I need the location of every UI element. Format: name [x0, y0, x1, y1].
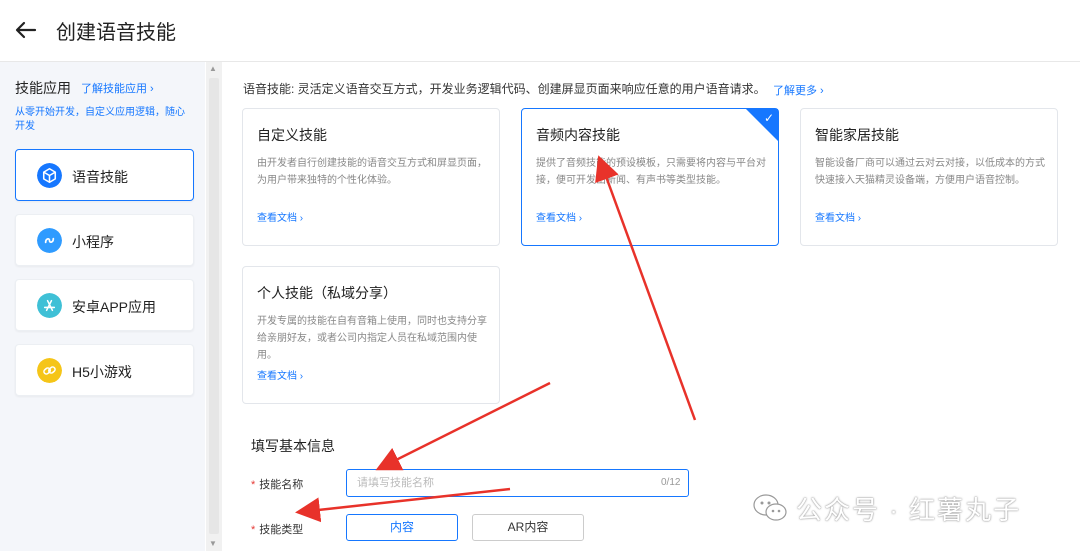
form-title: 填写基本信息 — [251, 438, 335, 454]
sidebar-heading: 技能应用 — [15, 80, 71, 96]
card-title: 智能家居技能 — [815, 127, 899, 143]
sidebar-item-label: 语音技能 — [72, 169, 128, 185]
card-title: 音频内容技能 — [536, 127, 620, 143]
sidebar-item-voice-skill[interactable]: 语音技能 — [15, 149, 194, 201]
skill-type-label-text: 技能类型 — [259, 524, 304, 536]
sidebar-item-android-app[interactable]: 安卓APP应用 — [15, 279, 194, 331]
page-title: 创建语音技能 — [56, 22, 176, 44]
required-mark: * — [251, 524, 256, 536]
skill-intro-text: 语音技能: 灵活定义语音交互方式，开发业务逻辑代码、创建屏显页面来响应任意的用户… — [243, 82, 766, 96]
sidebar-item-h5-game[interactable]: H5小游戏 — [15, 344, 194, 396]
required-mark: * — [251, 479, 256, 491]
type-option-ar-content[interactable]: AR内容 — [472, 514, 584, 541]
sidebar: 技能应用 了解技能应用 › 从零开始开发，自定义应用逻辑，随心开发 语音技能 小… — [0, 62, 205, 551]
learn-more-link[interactable]: 了解更多 › — [773, 82, 824, 98]
check-icon: ✓ — [763, 111, 774, 125]
chain-icon — [37, 358, 62, 383]
watermark-text: 公众号 · 红薯丸子 — [796, 494, 1022, 525]
card-personal-skill[interactable]: 个人技能（私域分享） 开发专属的技能在自有音箱上使用，同时也支持分享给亲朋好友，… — [242, 266, 500, 404]
sidebar-description: 从零开始开发，自定义应用逻辑，随心开发 — [15, 107, 185, 132]
char-counter: 0/12 — [661, 477, 681, 488]
card-smart-home-skill[interactable]: 智能家居技能 智能设备厂商可以通过云对云对接，以低成本的方式快速接入天猫精灵设备… — [800, 108, 1058, 246]
card-audio-content-skill[interactable]: ✓ 音频内容技能 提供了音频技能的预设模板，只需要将内容与平台对接，便可开发出新… — [521, 108, 779, 246]
learn-skill-apps-link[interactable]: 了解技能应用 › — [81, 80, 154, 96]
card-description: 智能设备厂商可以通过云对云对接，以低成本的方式快速接入天猫精灵设备端，方便用户语… — [815, 158, 1045, 186]
type-option-content[interactable]: 内容 — [346, 514, 458, 541]
skill-name-label: * 技能名称 — [251, 476, 303, 492]
card-title: 个人技能（私域分享） — [257, 285, 397, 301]
sidebar-item-label: 小程序 — [72, 234, 114, 250]
skill-name-label-text: 技能名称 — [259, 479, 304, 491]
watermark: 公众号 · 红薯丸子 — [752, 490, 1021, 526]
cube-icon — [37, 163, 62, 188]
top-bar: 创建语音技能 — [0, 0, 1080, 62]
view-docs-link[interactable]: 查看文档 › — [815, 209, 861, 224]
scrollbar-thumb[interactable] — [209, 78, 219, 534]
skill-name-input[interactable] — [346, 469, 689, 497]
wechat-icon — [753, 494, 787, 521]
card-description: 由开发者自行创建技能的语音交互方式和屏显页面，为用户带来独特的个性化体验。 — [257, 158, 487, 186]
card-description: 提供了音频技能的预设模板，只需要将内容与平台对接，便可开发出新闻、有声书等类型技… — [536, 158, 766, 186]
card-custom-skill[interactable]: 自定义技能 由开发者自行创建技能的语音交互方式和屏显页面，为用户带来独特的个性化… — [242, 108, 500, 246]
view-docs-link[interactable]: 查看文档 › — [536, 209, 582, 224]
scroll-up-icon[interactable]: ▲ — [209, 64, 217, 73]
appstore-icon — [37, 293, 62, 318]
view-docs-link[interactable]: 查看文档 › — [257, 209, 303, 224]
view-docs-link[interactable]: 查看文档 › — [257, 367, 303, 382]
link-icon — [37, 228, 62, 253]
scroll-down-icon[interactable]: ▼ — [209, 539, 217, 548]
card-title: 自定义技能 — [257, 127, 327, 143]
card-description: 开发专属的技能在自有音箱上使用，同时也支持分享给亲朋好友，或者公司内指定人员在私… — [257, 316, 487, 361]
skill-type-label: * 技能类型 — [251, 521, 303, 537]
sidebar-item-mini-program[interactable]: 小程序 — [15, 214, 194, 266]
sidebar-item-label: 安卓APP应用 — [72, 299, 157, 315]
back-arrow-icon[interactable] — [14, 18, 38, 42]
sidebar-item-label: H5小游戏 — [72, 364, 132, 380]
